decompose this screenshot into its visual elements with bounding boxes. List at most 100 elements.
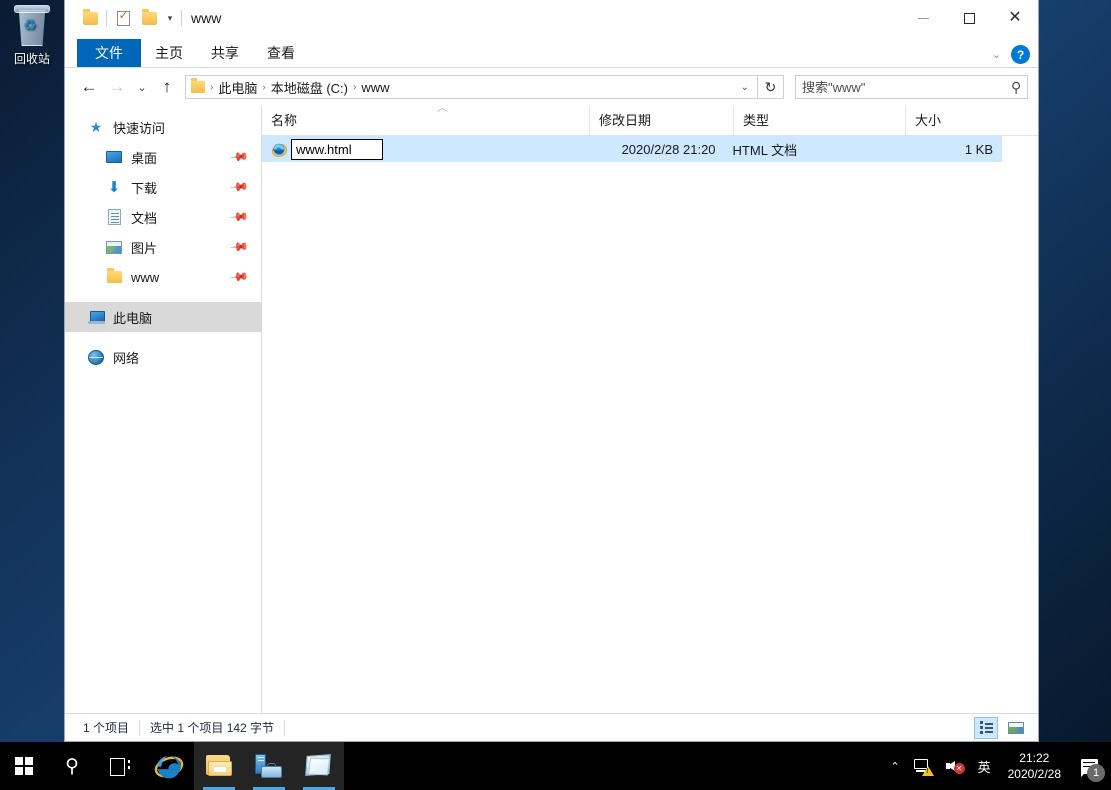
breadcrumb-separator-0[interactable]: › [208,82,215,93]
forward-button[interactable]: → [103,73,131,101]
file-rows[interactable]: www.html 2020/2/28 21:20 HTML 文档 1 KB [262,136,1038,713]
large-icons-view-button[interactable] [1004,717,1028,739]
pin-icon[interactable]: 📌 [229,177,249,197]
qat-folder-icon[interactable] [77,5,103,31]
qat-new-folder-icon[interactable] [136,5,162,31]
pin-icon[interactable]: 📌 [229,147,249,167]
network-status-button[interactable] [907,742,939,790]
ime-indicator[interactable]: 英 [971,742,998,790]
details-view-icon [980,721,993,734]
this-pc-icon [87,308,105,326]
window-title: www [191,10,221,26]
breadcrumb-separator-2[interactable]: › [351,82,358,93]
tab-file[interactable]: 文件 [77,39,141,67]
breadcrumb-item-this-pc[interactable]: 此电脑 [215,78,260,97]
task-view-button[interactable] [96,742,144,790]
table-row[interactable]: www.html 2020/2/28 21:20 HTML 文档 1 KB [262,136,1002,162]
file-name-cell[interactable]: www.html [262,139,582,160]
internet-explorer-icon [271,141,288,158]
desktop[interactable]: ♻ 回收站 ▾ www ✕ 文件 主页 共享 [0,0,1111,790]
large-icons-view-icon [1008,722,1024,734]
sidebar-item-www[interactable]: www 📌 [65,262,261,292]
maximize-button[interactable] [946,0,992,36]
recycle-bin-label: 回收站 [2,50,62,67]
taskbar-internet-explorer[interactable] [144,742,194,790]
minimize-button[interactable] [900,0,946,36]
window-controls: ✕ [900,0,1038,36]
back-button[interactable]: ← [75,73,103,101]
taskbar-file-explorer[interactable] [194,742,244,790]
clock-time: 21:22 [1019,750,1049,766]
column-header-date[interactable]: 修改日期 [589,106,733,136]
notification-center-button[interactable]: 1 [1071,742,1107,790]
sidebar-item-pictures[interactable]: 图片 📌 [65,232,261,262]
search-icon[interactable]: ⚲ [1011,79,1021,96]
taskbar-system-tool[interactable] [244,742,294,790]
show-hidden-icons-icon[interactable]: ⌃ [883,742,906,790]
qat-properties-icon[interactable] [110,5,136,31]
breadcrumb-item-local-disk[interactable]: 本地磁盘 (C:) [268,78,351,97]
system-tray: ⌃ ✕ 英 21:22 2020/2/28 1 [883,742,1111,790]
volume-button[interactable]: ✕ [939,742,971,790]
help-icon[interactable]: ? [1011,45,1030,64]
file-explorer-window: ▾ www ✕ 文件 主页 共享 查看 ⌄ ? ← → ⌄ [64,0,1039,742]
title-bar[interactable]: ▾ www ✕ [65,0,1038,36]
computer-tool-icon [255,754,283,778]
rename-input[interactable]: www.html [291,139,383,160]
ribbon-right-controls: ⌄ ? [992,45,1030,64]
sidebar-item-label: 图片 [131,238,157,257]
network-warning-icon [914,758,932,774]
address-dropdown-icon[interactable]: ⌄ [735,82,755,93]
breadcrumb-item-www[interactable]: www [358,80,392,95]
window-body: ★ 快速访问 桌面 📌 ⬇ 下载 📌 文档 📌 [65,106,1038,713]
qat-divider [106,10,107,26]
sidebar-item-label: www [131,270,159,285]
recycle-bin-icon: ♻ [12,4,52,48]
quick-access-toolbar: ▾ [65,5,185,31]
sidebar-item-quick-access[interactable]: ★ 快速访问 [65,112,261,142]
sidebar-item-network[interactable]: 网络 [65,342,261,372]
close-button[interactable]: ✕ [992,0,1038,36]
column-header-type[interactable]: 类型 [733,106,905,136]
sidebar-item-downloads[interactable]: ⬇ 下载 📌 [65,172,261,202]
navigation-pane[interactable]: ★ 快速访问 桌面 📌 ⬇ 下载 📌 文档 📌 [65,106,262,713]
taskbar-text-editor[interactable] [294,742,344,790]
breadcrumb-separator-1[interactable]: › [260,82,267,93]
tab-home[interactable]: 主页 [141,39,197,67]
start-button[interactable] [0,742,48,790]
chevron-down-icon[interactable]: ⌄ [992,48,1001,61]
qat-divider-2 [181,10,182,26]
sidebar-item-this-pc[interactable]: 此电脑 [65,302,261,332]
taskbar-search-button[interactable]: ⚲ [48,742,96,790]
pin-icon[interactable]: 📌 [229,237,249,257]
column-header-size[interactable]: 大小 [905,106,1017,136]
pin-icon[interactable]: 📌 [229,267,249,287]
search-input[interactable] [802,80,1011,95]
qat-dropdown-icon[interactable]: ▾ [162,5,178,31]
sidebar-spacer [65,292,261,302]
search-box[interactable]: ⚲ [795,75,1028,99]
address-bar: ← → ⌄ ↑ › 此电脑 › 本地磁盘 (C:) › www ⌄ ↻ ⚲ [65,68,1038,106]
tab-view[interactable]: 查看 [253,39,309,67]
up-button[interactable]: ↑ [153,73,181,101]
column-header-name[interactable]: 名称 [262,106,589,136]
clock[interactable]: 21:22 2020/2/28 [998,742,1071,790]
sidebar-item-label: 桌面 [131,148,157,167]
view-buttons [974,717,1028,739]
details-view-button[interactable] [974,717,998,739]
pin-icon[interactable]: 📌 [229,207,249,227]
status-item-count: 1 个项目 [73,720,139,736]
desktop-icon-recycle-bin[interactable]: ♻ 回收站 [2,4,62,67]
file-list-pane[interactable]: 名称 修改日期 类型 大小 ︿ [262,106,1038,713]
tab-share[interactable]: 共享 [197,39,253,67]
notification-badge: 1 [1087,764,1105,782]
sidebar-item-desktop[interactable]: 桌面 📌 [65,142,261,172]
breadcrumb[interactable]: › 此电脑 › 本地磁盘 (C:) › www ⌄ [185,75,758,99]
refresh-button[interactable]: ↻ [758,75,784,99]
sidebar-spacer-2 [65,332,261,342]
recent-locations-button[interactable]: ⌄ [131,73,153,101]
status-bar: 1 个项目 选中 1 个项目 142 字节 [65,713,1038,741]
clock-date: 2020/2/28 [1008,766,1061,782]
network-icon [87,348,105,366]
sidebar-item-documents[interactable]: 文档 📌 [65,202,261,232]
